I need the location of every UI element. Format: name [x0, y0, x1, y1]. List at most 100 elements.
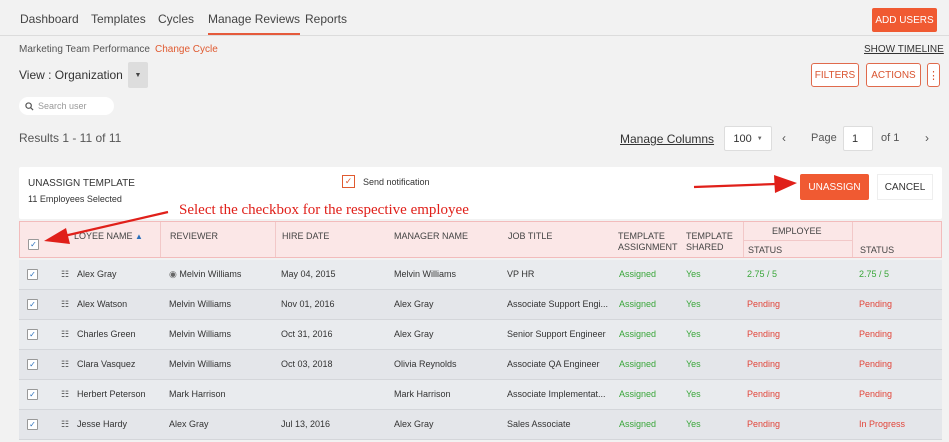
employee-status: 2.75 / 5: [747, 269, 778, 279]
header-template-assignment[interactable]: TEMPLATE ASSIGNMENT: [618, 231, 678, 253]
employee-name[interactable]: Alex Gray: [77, 269, 162, 279]
page-size-value: 100: [733, 132, 752, 145]
check-icon: ✓: [29, 359, 36, 369]
template-assignment: Assigned: [619, 359, 657, 369]
actions-button[interactable]: ACTIONS: [866, 63, 921, 87]
template-assignment: Assigned: [619, 329, 657, 339]
employee-name[interactable]: Charles Green: [77, 329, 162, 339]
org-chart-icon: ☷: [61, 359, 70, 369]
tab-templates[interactable]: Templates: [91, 12, 146, 26]
search-input[interactable]: [38, 101, 108, 111]
employee-status: Pending: [747, 419, 781, 429]
table-row[interactable]: ✓ ☷ Alex Gray ◉ Melvin Williams May 04, 2015…: [19, 260, 942, 290]
row-checkbox[interactable]: ✓: [27, 419, 38, 430]
tab-reports[interactable]: Reports: [305, 12, 347, 26]
reviewer-name: Mark Harrison: [169, 389, 226, 399]
header-employee-name[interactable]: LOYEE NAME ▲: [74, 231, 143, 242]
send-notification-checkbox[interactable]: ✓: [342, 175, 355, 188]
review-status: Pending: [859, 389, 893, 399]
template-shared: Yes: [686, 419, 701, 429]
cycle-name: Marketing Team Performance: [19, 44, 150, 55]
manager-name: Olivia Reynolds: [394, 359, 457, 369]
table-row[interactable]: ✓ ☷ Jesse Hardy Alex Gray Jul 13, 2016 Alex G…: [19, 410, 942, 440]
header-hire-date[interactable]: HIRE DATE: [282, 231, 329, 242]
search-icon: [25, 101, 34, 111]
check-icon: ✓: [344, 176, 353, 186]
org-chart-icon: ☷: [61, 329, 70, 339]
top-navigation: Dashboard Templates Cycles Manage Review…: [0, 0, 949, 36]
more-options-button[interactable]: ⋮: [927, 63, 940, 87]
employee-name[interactable]: Alex Watson: [77, 299, 162, 309]
employee-status: Pending: [747, 329, 781, 339]
employee-name[interactable]: Jesse Hardy: [77, 419, 162, 429]
tab-cycles[interactable]: Cycles: [158, 12, 194, 26]
reviewer-name: Melvin Williams: [169, 359, 232, 369]
hire-date: May 04, 2015: [281, 269, 336, 279]
header-manager-name[interactable]: MANAGER NAME: [394, 231, 468, 242]
header-status[interactable]: STATUS: [860, 245, 894, 256]
change-cycle-link[interactable]: Change Cycle: [155, 44, 218, 55]
manager-name: Mark Harrison: [394, 389, 451, 399]
employee-name[interactable]: Clara Vasquez: [77, 359, 162, 369]
check-icon: ✓: [29, 269, 36, 279]
view-dropdown[interactable]: ▼: [128, 62, 148, 88]
select-all-checkbox[interactable]: ✓: [28, 239, 39, 250]
manage-columns-link[interactable]: Manage Columns: [620, 132, 714, 146]
tab-manage-reviews[interactable]: Manage Reviews: [208, 12, 301, 35]
employee-status: Pending: [747, 299, 781, 309]
template-assignment: Assigned: [619, 419, 657, 429]
filters-button[interactable]: FILTERS: [811, 63, 859, 87]
check-icon: ✓: [29, 329, 36, 339]
caret-down-icon: ▼: [756, 135, 763, 142]
page-number-input[interactable]: 1: [843, 126, 873, 151]
sort-asc-icon: ▲: [135, 232, 143, 241]
template-shared: Yes: [686, 359, 701, 369]
unassign-title: UNASSIGN TEMPLATE: [28, 178, 135, 189]
job-title: Associate QA Engineer: [507, 359, 600, 369]
check-icon: ✓: [29, 389, 36, 399]
results-count: Results 1 - 11 of 11: [19, 131, 122, 145]
manager-name: Melvin Williams: [394, 269, 457, 279]
review-status: Pending: [859, 329, 893, 339]
send-notification-label: Send notification: [363, 177, 430, 187]
employee-status: Pending: [747, 389, 781, 399]
table-row[interactable]: ✓ ☷ Alex Watson Melvin Williams Nov 01, 2016…: [19, 290, 942, 320]
job-title: Sales Associate: [507, 419, 571, 429]
row-checkbox[interactable]: ✓: [27, 269, 38, 280]
page-size-select[interactable]: 100 ▼: [724, 126, 772, 151]
check-icon: ✓: [29, 419, 36, 429]
review-status: In Progress: [859, 419, 906, 429]
template-shared: Yes: [686, 269, 701, 279]
caret-down-icon: ▼: [134, 71, 142, 79]
header-employee-status[interactable]: STATUS: [748, 245, 782, 256]
review-status: Pending: [859, 359, 893, 369]
row-checkbox[interactable]: ✓: [27, 299, 38, 310]
header-job-title[interactable]: JOB TITLE: [508, 231, 552, 242]
unassign-button[interactable]: UNASSIGN: [800, 174, 869, 200]
org-chart-icon: ☷: [61, 419, 70, 429]
row-checkbox[interactable]: ✓: [27, 359, 38, 370]
employee-name[interactable]: Herbert Peterson: [77, 389, 162, 399]
next-page-icon[interactable]: ›: [925, 131, 929, 145]
row-checkbox[interactable]: ✓: [27, 329, 38, 340]
table-row[interactable]: ✓ ☷ Charles Green Melvin Williams Oct 31, 20…: [19, 320, 942, 350]
manager-name: Alex Gray: [394, 329, 434, 339]
header-employee-group: EMPLOYEE: [772, 226, 822, 236]
header-reviewer[interactable]: REVIEWER: [170, 231, 218, 242]
job-title: Associate Implementat...: [507, 389, 606, 399]
cancel-button[interactable]: CANCEL: [877, 174, 933, 200]
table-row[interactable]: ✓ ☷ Clara Vasquez Melvin Williams Oct 03, 20…: [19, 350, 942, 380]
unassign-panel: UNASSIGN TEMPLATE 11 Employees Selected …: [19, 167, 942, 219]
show-timeline-link[interactable]: SHOW TIMELINE: [864, 44, 944, 55]
search-box: [19, 97, 114, 115]
tab-dashboard[interactable]: Dashboard: [20, 12, 79, 26]
eye-icon: ◉: [169, 269, 177, 279]
template-assignment: Assigned: [619, 299, 657, 309]
header-template-shared[interactable]: TEMPLATE SHARED: [686, 231, 733, 253]
table-row[interactable]: ✓ ☷ Herbert Peterson Mark Harrison Mark Harr…: [19, 380, 942, 410]
selected-count: 11 Employees Selected: [28, 194, 122, 204]
job-title: Senior Support Engineer: [507, 329, 606, 339]
prev-page-icon[interactable]: ‹: [782, 131, 786, 145]
add-users-button[interactable]: ADD USERS: [872, 8, 937, 32]
row-checkbox[interactable]: ✓: [27, 389, 38, 400]
